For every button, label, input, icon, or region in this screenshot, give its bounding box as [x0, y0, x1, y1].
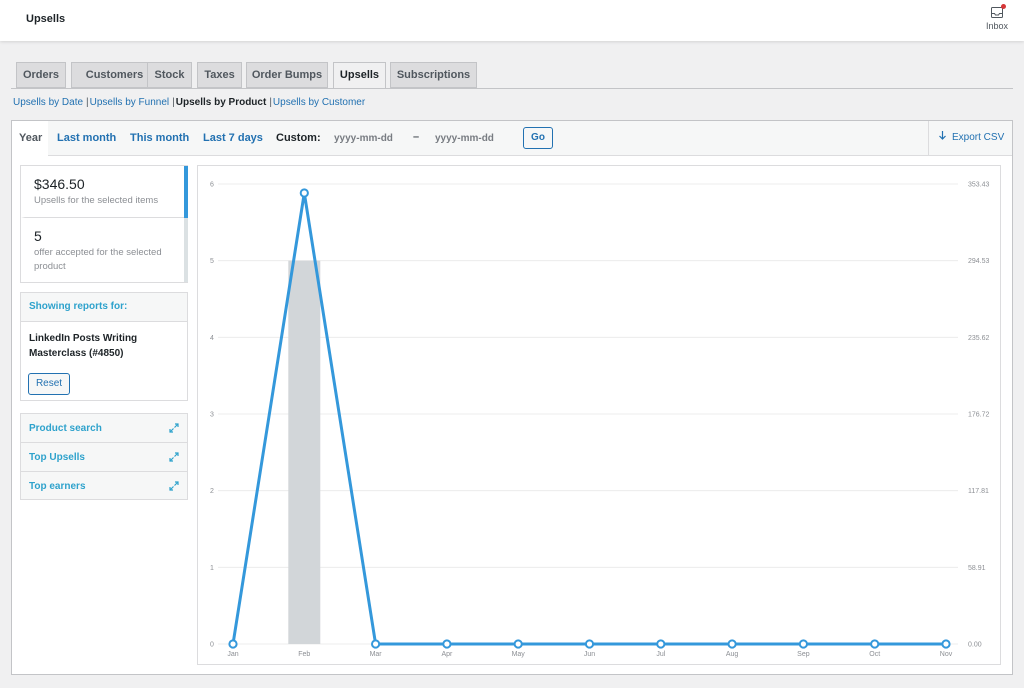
y-right-tick-label: 235.62: [968, 335, 990, 342]
y-right-tick-label: 58.91: [968, 565, 986, 572]
expand-icon[interactable]: [169, 452, 179, 462]
expand-icon[interactable]: [169, 423, 179, 433]
chart-point: [299, 188, 309, 198]
page-title: Upsells: [26, 13, 66, 25]
legend-bar-swatch: [184, 218, 188, 282]
widget-top-upsells-label: Top Upsells: [29, 452, 85, 463]
x-tick-label: Jul: [656, 651, 665, 658]
tab-orders[interactable]: Orders: [16, 62, 66, 88]
inbox-button[interactable]: Inbox: [984, 4, 1010, 31]
chart-point: [228, 639, 238, 649]
sub-navigation: Upsells by Date |Upsells by Funnel |Upsell…: [13, 97, 366, 108]
range-last-7-days[interactable]: Last 7 days: [203, 121, 263, 155]
chart-point: [513, 639, 523, 649]
date-separator: –: [413, 131, 420, 143]
y-left-tick-label: 6: [210, 182, 214, 189]
x-tick-label: Jan: [227, 651, 238, 658]
tab-upsells[interactable]: Upsells: [333, 62, 386, 89]
download-arrow-icon: [939, 121, 946, 155]
selected-product: LinkedIn Posts Writing Masterclass (#485…: [29, 333, 138, 359]
widget-product-search-label: Product search: [29, 423, 102, 434]
sidebar-widgets: Product search Top Upsells Top earners: [20, 413, 188, 500]
showing-reports-box: Showing reports for: LinkedIn Posts Writ…: [20, 292, 188, 401]
widget-top-earners-label: Top earners: [29, 481, 86, 492]
tab-order-bumps[interactable]: Order Bumps: [246, 62, 328, 88]
x-tick-label: Mar: [370, 651, 383, 658]
offers-accepted-desc: offer accepted for the selected product: [34, 247, 162, 272]
expand-icon[interactable]: [169, 481, 179, 491]
inbox-icon: [991, 4, 1006, 18]
upsells-amount: $346.50: [34, 176, 85, 192]
chart-canvas: 0 1 2 3 4 5 6 0.00 58.91 117.81 176.72 235.62 294.53…: [210, 182, 990, 659]
chart-bar: [288, 260, 321, 644]
chart-point: [371, 639, 381, 649]
tab-divider: [11, 88, 1013, 89]
chart-point: [656, 639, 666, 649]
y-right-tick-label: 176.72: [968, 412, 990, 419]
y-right-tick-label: 117.81: [968, 488, 989, 495]
date-range-bar: Year Last month This month Last 7 days C…: [12, 121, 1012, 156]
widget-product-search[interactable]: Product search: [21, 414, 187, 443]
top-bar: Upsells Inbox: [0, 0, 1024, 41]
x-tick-label: Sep: [797, 651, 810, 658]
upsells-amount-desc: Upsells for the selected items: [34, 195, 159, 206]
legend-offers-accepted[interactable]: 5 offer accepted for the selected produc…: [21, 218, 187, 282]
chart-legend: $346.50 Upsells for the selected items 5…: [20, 165, 188, 283]
chart-point: [442, 639, 452, 649]
inbox-label: Inbox: [985, 21, 1009, 31]
range-last-month[interactable]: Last month: [57, 121, 116, 155]
legend-line-swatch: [184, 166, 188, 218]
tab-taxes[interactable]: Taxes: [197, 62, 242, 88]
x-tick-label: Oct: [869, 651, 880, 658]
x-tick-label: Feb: [298, 651, 310, 658]
subnav-upsells-by-date[interactable]: Upsells by Date: [13, 97, 83, 108]
chart-point: [870, 639, 880, 649]
y-left-tick-label: 4: [210, 335, 214, 342]
widget-top-upsells[interactable]: Top Upsells: [21, 443, 187, 472]
chart-point: [941, 639, 951, 649]
x-tick-label: Jun: [584, 651, 595, 658]
go-button[interactable]: Go: [523, 127, 553, 149]
y-left-tick-label: 0: [210, 642, 214, 649]
range-this-month[interactable]: This month: [130, 121, 189, 155]
subnav-upsells-by-funnel[interactable]: Upsells by Funnel: [90, 97, 169, 108]
y-left-tick-label: 5: [210, 258, 214, 265]
tab-customers[interactable]: Customers: [71, 62, 158, 88]
start-date-input[interactable]: yyyy-mm-dd: [334, 130, 408, 147]
y-left-tick-label: 1: [210, 565, 214, 572]
subnav-upsells-by-customer[interactable]: Upsells by Customer: [273, 97, 365, 108]
widget-top-earners[interactable]: Top earners: [21, 472, 187, 501]
end-date-input[interactable]: yyyy-mm-dd: [435, 130, 509, 147]
custom-range-label: Custom:: [276, 132, 321, 144]
x-tick-label: May: [512, 651, 526, 658]
report-panel: Year Last month This month Last 7 days C…: [11, 120, 1013, 675]
x-tick-label: Aug: [726, 651, 739, 658]
y-right-tick-label: 353.43: [968, 182, 990, 189]
offers-accepted-count: 5: [34, 228, 42, 244]
upsells-chart: 0 1 2 3 4 5 6 0.00 58.91 117.81 176.72 235.62 294.53…: [197, 165, 1001, 665]
chart-point: [798, 639, 809, 649]
y-right-tick-label: 294.53: [968, 258, 990, 265]
reset-button[interactable]: Reset: [28, 373, 70, 395]
y-left-tick-label: 2: [210, 488, 214, 495]
showing-reports-heading: Showing reports for:: [21, 293, 187, 322]
x-tick-label: Apr: [441, 651, 453, 658]
chart-point: [584, 639, 595, 649]
y-left-tick-label: 3: [210, 412, 214, 419]
tab-stock[interactable]: Stock: [147, 62, 192, 88]
range-year[interactable]: Year: [12, 121, 48, 156]
notification-dot: [1001, 4, 1006, 9]
x-tick-label: Nov: [940, 651, 953, 658]
subnav-upsells-by-product: Upsells by Product: [175, 97, 267, 108]
export-csv-link[interactable]: Export CSV: [928, 121, 1012, 155]
tab-subscriptions[interactable]: Subscriptions: [390, 62, 477, 88]
y-right-tick-label: 0.00: [968, 642, 982, 649]
legend-upsells-amount[interactable]: $346.50 Upsells for the selected items: [21, 166, 187, 218]
export-csv-label: Export CSV: [952, 132, 1005, 143]
chart-point: [727, 639, 737, 649]
